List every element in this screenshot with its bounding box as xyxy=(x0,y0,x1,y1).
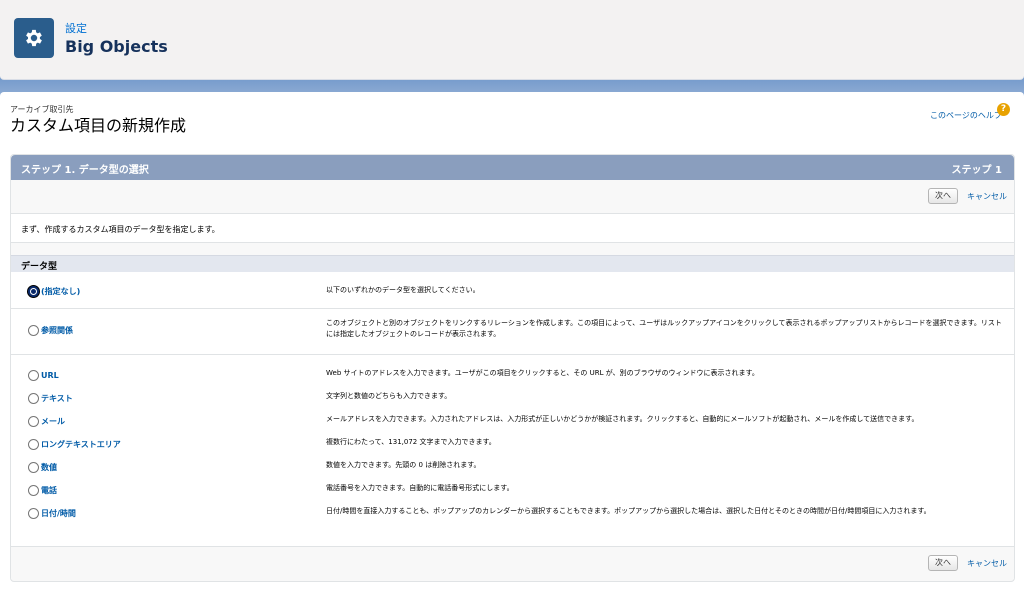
data-type-description: 電話番号を入力できます。自動的に電話番号形式にします。 xyxy=(326,484,514,492)
step-indicator: ステップ 1 xyxy=(951,165,1002,176)
step-panel: ステップ 1. データ型の選択 ステップ 1 次へ キャンセル まず、作成するカ… xyxy=(10,154,1015,582)
radio-button[interactable] xyxy=(28,484,39,496)
data-type-label[interactable]: 日付/時間 xyxy=(41,508,76,519)
radio-button-selected[interactable] xyxy=(28,285,39,297)
data-type-option[interactable]: ロングテキストエリア xyxy=(28,437,121,451)
data-type-option[interactable]: (指定なし) xyxy=(28,284,80,298)
help-link[interactable]: このページのヘルプ xyxy=(930,110,1002,121)
data-type-label[interactable]: テキスト xyxy=(41,393,73,404)
help-icon[interactable]: ? xyxy=(997,103,1010,116)
setup-header: 設定 Big Objects xyxy=(0,0,1024,80)
data-type-description: このオブジェクトと別のオブジェクトをリンクするリレーションを作成します。この項目… xyxy=(326,319,1002,338)
radio-button[interactable] xyxy=(28,461,39,473)
cancel-link-top[interactable]: キャンセル xyxy=(967,191,1007,202)
top-button-row: 次へ キャンセル xyxy=(11,180,1014,213)
radio-button[interactable] xyxy=(28,415,39,427)
cancel-link-bottom[interactable]: キャンセル xyxy=(967,558,1007,569)
intro-text: まず、作成するカスタム項目のデータ型を指定します。 xyxy=(21,225,220,234)
data-type-description: 数値を入力できます。先頭の 0 は削除されます。 xyxy=(326,461,481,469)
next-button-top[interactable]: 次へ xyxy=(928,188,958,204)
data-type-description: 複数行にわたって、131,072 文字まで入力できます。 xyxy=(326,438,496,446)
radio-button[interactable] xyxy=(28,507,39,519)
data-type-table: (指定なし) 以下のいずれかのデータ型を選択してください。 参照関係 このオブジ… xyxy=(11,272,1014,546)
data-type-label[interactable]: ロングテキストエリア xyxy=(41,439,121,450)
section-title: データ型 xyxy=(21,262,58,272)
page-title: カスタム項目の新規作成 xyxy=(10,116,187,135)
data-type-label[interactable]: 参照関係 xyxy=(41,325,73,336)
radio-button[interactable] xyxy=(28,369,39,381)
bottom-button-row: 次へ キャンセル xyxy=(11,546,1014,579)
next-button-bottom[interactable]: 次へ xyxy=(928,555,958,571)
data-type-option[interactable]: 数値 xyxy=(28,460,57,474)
radio-button[interactable] xyxy=(28,392,39,404)
panel-header: ステップ 1. データ型の選択 ステップ 1 xyxy=(11,155,1014,180)
radio-button[interactable] xyxy=(28,324,39,336)
data-type-description: 日付/時間を直接入力することも、ポップアップのカレンダーから選択することもできま… xyxy=(326,507,931,515)
gear-icon xyxy=(14,18,54,58)
data-type-description: 以下のいずれかのデータ型を選択してください。 xyxy=(326,286,480,294)
data-type-option[interactable]: テキスト xyxy=(28,391,73,405)
data-type-label[interactable]: URL xyxy=(41,371,59,380)
data-type-description: 文字列と数値のどちらも入力できます。 xyxy=(326,392,452,400)
data-type-option[interactable]: メール xyxy=(28,414,65,428)
panel-title: ステップ 1. データ型の選択 xyxy=(21,165,149,176)
data-type-option[interactable]: 参照関係 xyxy=(28,323,73,337)
data-type-description: Web サイトのアドレスを入力できます。ユーザがこの項目をクリックすると、その … xyxy=(326,369,759,377)
setup-breadcrumb-link[interactable]: 設定 xyxy=(65,20,87,36)
data-type-label[interactable]: 数値 xyxy=(41,462,57,473)
data-type-label[interactable]: 電話 xyxy=(41,485,57,496)
intro-row: まず、作成するカスタム項目のデータ型を指定します。 xyxy=(11,213,1014,243)
main-content: アーカイブ取引先 カスタム項目の新規作成 このページのヘルプ ? ステップ 1.… xyxy=(0,92,1024,594)
data-type-option[interactable]: 日付/時間 xyxy=(28,506,76,520)
radio-button[interactable] xyxy=(28,438,39,450)
data-type-option[interactable]: 電話 xyxy=(28,483,57,497)
section-header: データ型 xyxy=(11,255,1014,272)
data-type-label[interactable]: (指定なし) xyxy=(41,286,80,297)
header-title: Big Objects xyxy=(65,37,168,56)
data-type-description: メールアドレスを入力できます。入力されたアドレスは、入力形式が正しいかどうかが検… xyxy=(326,415,919,423)
row-divider xyxy=(11,354,1014,355)
data-type-option[interactable]: URL xyxy=(28,368,59,382)
data-type-label[interactable]: メール xyxy=(41,416,65,427)
row-divider xyxy=(11,308,1014,309)
